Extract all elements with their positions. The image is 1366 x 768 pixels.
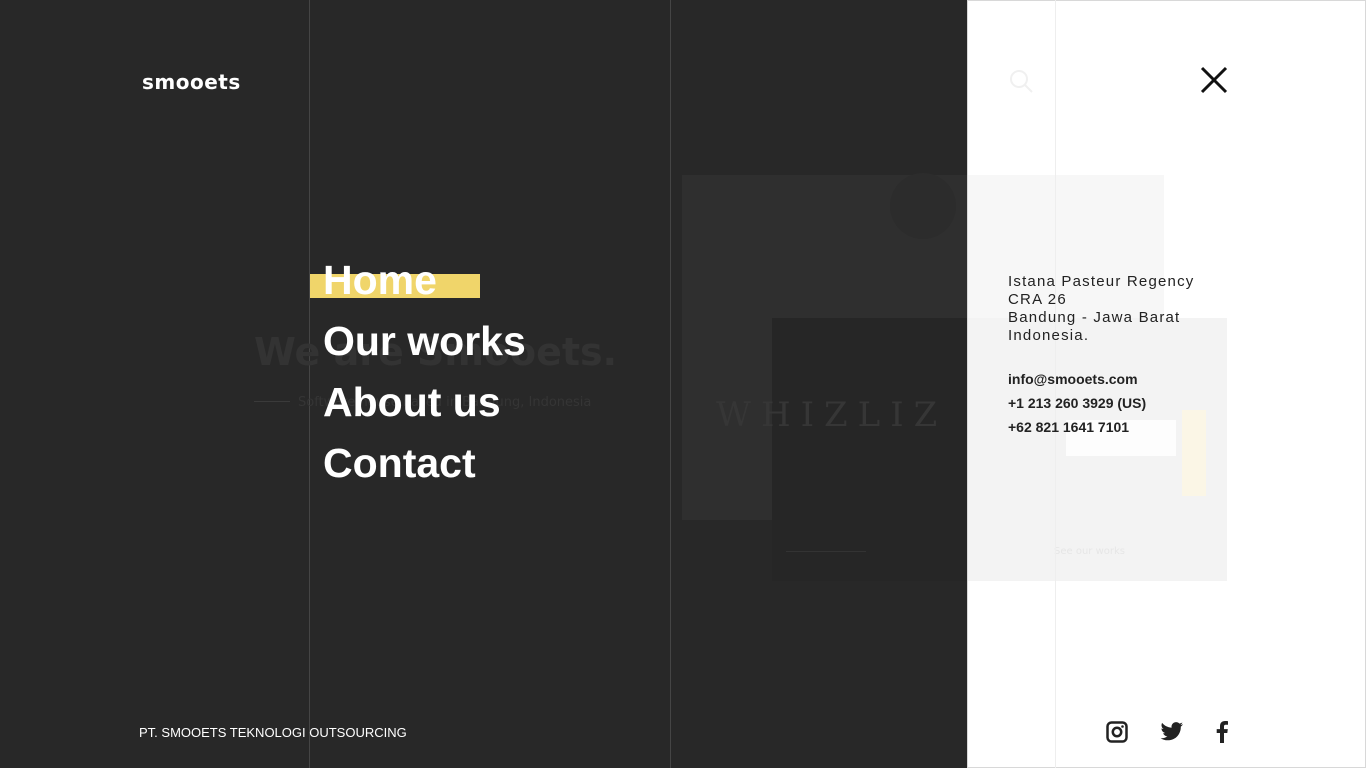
background-avatar: [890, 173, 956, 239]
office-address: Istana Pasteur Regency CRA 26 Bandung - …: [1008, 273, 1195, 345]
nav-item-label: About us: [323, 379, 501, 425]
address-line: CRA 26: [1008, 291, 1067, 308]
nav-item-contact[interactable]: Contact: [323, 433, 526, 494]
grid-line: [309, 0, 310, 768]
email-link[interactable]: info@smooets.com: [1008, 367, 1146, 391]
nav-item-about-us[interactable]: About us: [323, 372, 526, 433]
background-card-accent: [1182, 410, 1206, 496]
instagram-icon[interactable]: [1105, 720, 1129, 744]
contact-list: info@smooets.com +1 213 260 3929 (US) +6…: [1008, 367, 1146, 439]
close-icon[interactable]: [1198, 64, 1230, 96]
nav-item-our-works[interactable]: Our works: [323, 311, 526, 372]
nav-item-label: Our works: [323, 318, 526, 364]
background-card-brand: WHIZLIZ: [716, 395, 948, 435]
address-line: Istana Pasteur Regency: [1008, 273, 1195, 290]
address-line: Indonesia.: [1008, 327, 1090, 344]
nav-item-label: Contact: [323, 440, 476, 486]
grid-line: [670, 0, 671, 768]
background-card-link: See our works: [1054, 546, 1125, 557]
phone-us-link[interactable]: +1 213 260 3929 (US): [1008, 391, 1146, 415]
main-nav: Home Our works About us Contact: [310, 250, 526, 494]
facebook-icon[interactable]: [1210, 720, 1234, 744]
company-name: PT. SMOOETS TEKNOLOGI OUTSOURCING: [139, 725, 407, 740]
search-icon[interactable]: [1008, 68, 1034, 94]
nav-item-label: Home: [323, 257, 437, 303]
logo[interactable]: smooets: [142, 70, 241, 94]
twitter-icon[interactable]: [1160, 720, 1184, 744]
phone-id-link[interactable]: +62 821 1641 7101: [1008, 415, 1146, 439]
background-divider: [254, 401, 290, 402]
background-slider-line: [786, 551, 866, 552]
nav-item-home[interactable]: Home: [310, 250, 526, 311]
address-line: Bandung - Jawa Barat: [1008, 309, 1181, 326]
